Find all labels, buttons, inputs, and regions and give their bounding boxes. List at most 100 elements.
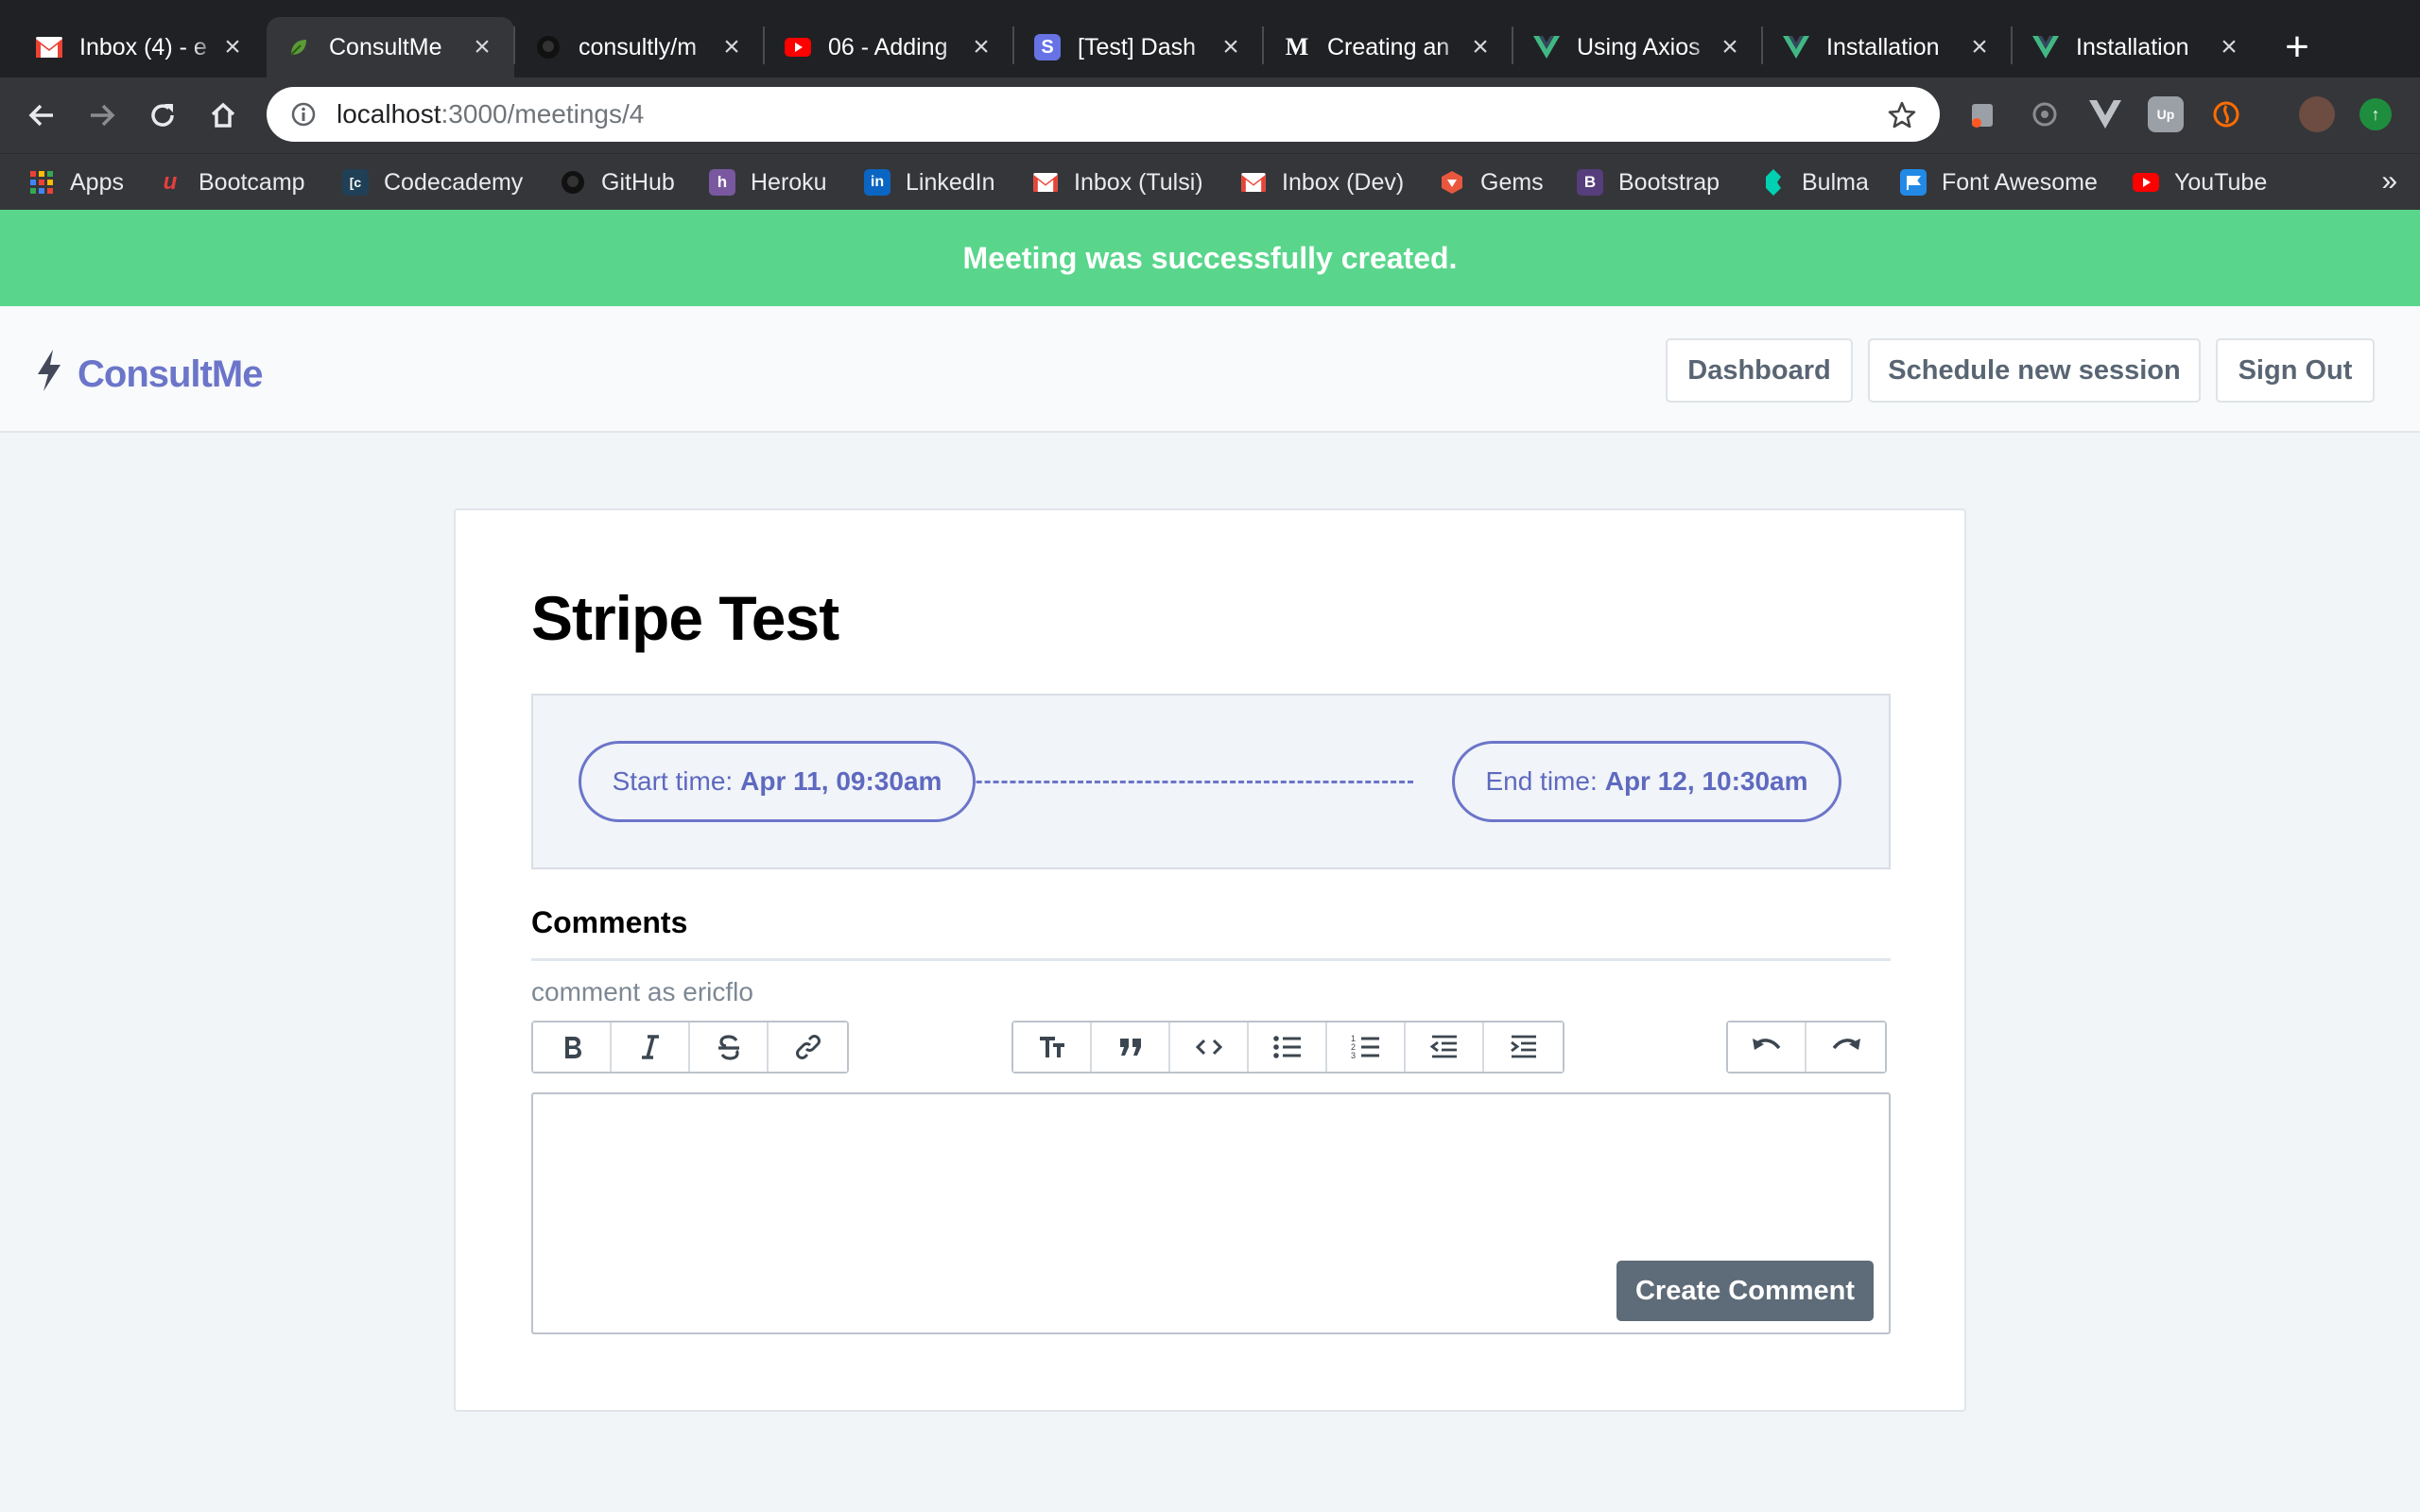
ruby-icon <box>1439 169 1465 196</box>
bold-icon[interactable] <box>533 1022 612 1072</box>
url-text: localhost:3000/meetings/4 <box>337 99 644 129</box>
tab-divider <box>1012 26 1014 64</box>
home-icon[interactable] <box>202 94 244 136</box>
close-icon[interactable]: × <box>968 31 994 63</box>
tab-medium[interactable]: M Creating an × <box>1265 17 1512 77</box>
update-arrow-icon[interactable]: ↑ <box>2360 98 2392 130</box>
bookmark-font-awesome[interactable]: Font Awesome <box>1900 163 2098 201</box>
dashboard-button[interactable]: Dashboard <box>1666 338 1853 403</box>
bookmark-bootcamp[interactable]: u Bootcamp <box>157 163 305 201</box>
create-comment-button[interactable]: Create Comment <box>1616 1261 1874 1321</box>
tab-divider <box>513 26 515 64</box>
tab-divider <box>1262 26 1264 64</box>
bookmark-inbox-tulsi[interactable]: Inbox (Tulsi) <box>1032 163 1203 201</box>
tab-installation-1[interactable]: Installation × <box>1764 17 2012 77</box>
divider <box>531 958 1891 961</box>
tab-divider <box>2011 26 2013 64</box>
italic-icon[interactable] <box>612 1022 690 1072</box>
bookmark-youtube[interactable]: YouTube <box>2133 163 2267 201</box>
bookmarks-overflow-chevron-icon[interactable]: » <box>2381 165 2397 198</box>
bookmark-bulma[interactable]: Bulma <box>1760 163 1869 201</box>
numbered-list-icon[interactable]: 123 <box>1327 1022 1406 1072</box>
tab-github[interactable]: consultly/m × <box>516 17 764 77</box>
tab-axios[interactable]: Using Axios × <box>1514 17 1762 77</box>
vue-devtools-icon[interactable] <box>2087 96 2123 132</box>
bookmark-star-icon[interactable] <box>1887 100 1917 130</box>
flash-notice: Meeting was successfully created. <box>0 210 2420 306</box>
close-icon[interactable]: × <box>1218 31 1244 63</box>
browser-toolbar: localhost:3000/meetings/4 Up ↑ <box>0 77 2420 153</box>
apps-grid-icon <box>28 169 55 196</box>
codecademy-icon: [c <box>342 169 369 196</box>
strikethrough-icon[interactable] <box>690 1022 769 1072</box>
meeting-card: Stripe Test Start time: Apr 11, 09:30am … <box>454 508 1966 1412</box>
heading-icon[interactable] <box>1013 1022 1092 1072</box>
close-icon[interactable]: × <box>469 31 495 63</box>
end-time-label: End time: <box>1485 766 1598 796</box>
sign-out-button[interactable]: Sign Out <box>2216 338 2375 403</box>
bookmark-inbox-dev[interactable]: Inbox (Dev) <box>1240 163 1404 201</box>
tab-inbox[interactable]: Inbox (4) - e × <box>17 17 265 77</box>
start-time-label: Start time: <box>612 766 734 796</box>
bootstrap-icon: B <box>1577 169 1603 196</box>
upwork-icon[interactable]: Up <box>2148 96 2184 132</box>
close-icon[interactable]: × <box>718 31 745 63</box>
bookmark-linkedin[interactable]: in LinkedIn <box>864 163 995 201</box>
info-icon[interactable] <box>289 100 318 129</box>
close-icon[interactable]: × <box>1467 31 1494 63</box>
link-icon[interactable] <box>769 1022 847 1072</box>
tab-title: Using Axios <box>1577 33 1701 60</box>
bulma-icon <box>1760 169 1787 196</box>
redo-icon[interactable] <box>1806 1022 1885 1072</box>
schedule-new-session-button[interactable]: Schedule new session <box>1868 338 2201 403</box>
indent-icon[interactable] <box>1484 1022 1563 1072</box>
quote-icon[interactable] <box>1092 1022 1170 1072</box>
bookmark-heroku[interactable]: h Heroku <box>709 163 827 201</box>
bookmark-gems[interactable]: Gems <box>1439 163 1544 201</box>
github-icon <box>535 34 562 60</box>
reload-icon[interactable] <box>142 94 183 136</box>
gmail-icon <box>1032 169 1059 196</box>
tab-youtube[interactable]: 06 - Adding × <box>766 17 1013 77</box>
tab-installation-2[interactable]: Installation × <box>2014 17 2261 77</box>
bookmark-apps[interactable]: Apps <box>28 163 124 201</box>
bookmark-codecademy[interactable]: [c Codecademy <box>342 163 523 201</box>
tab-stripe[interactable]: S [Test] Dash × <box>1015 17 1263 77</box>
tab-consultme[interactable]: ConsultMe × <box>267 17 514 77</box>
flag-icon <box>1900 169 1927 196</box>
back-arrow-icon[interactable] <box>21 94 62 136</box>
tab-title: Creating an <box>1327 33 1450 60</box>
bookmark-label: Heroku <box>751 168 827 196</box>
timeline-connector <box>925 781 1413 783</box>
bookmark-bootstrap[interactable]: B Bootstrap <box>1577 163 1720 201</box>
leaf-icon <box>285 34 312 60</box>
page-title: Stripe Test <box>531 583 839 653</box>
close-icon[interactable]: × <box>1966 31 1993 63</box>
svg-text:3: 3 <box>1351 1051 1356 1060</box>
forward-arrow-icon[interactable] <box>81 94 123 136</box>
sync-extension-icon[interactable] <box>2027 96 2063 132</box>
bootcamp-icon: u <box>163 169 178 195</box>
tab-title: [Test] Dash <box>1078 33 1197 60</box>
close-icon[interactable]: × <box>219 31 246 63</box>
bookmark-label: Gems <box>1480 168 1544 196</box>
gmail-icon <box>1240 169 1267 196</box>
address-bar[interactable]: localhost:3000/meetings/4 <box>267 87 1940 142</box>
bullet-list-icon[interactable] <box>1249 1022 1327 1072</box>
bookmark-label: YouTube <box>2174 168 2268 196</box>
close-icon[interactable]: × <box>2216 31 2242 63</box>
close-icon[interactable]: × <box>1717 31 1743 63</box>
linkedin-icon: in <box>864 169 890 196</box>
app-navbar: ConsultMe Dashboard Schedule new session… <box>0 306 2420 433</box>
brand-logo-link[interactable]: ConsultMe <box>36 344 263 396</box>
ember-extension-icon[interactable] <box>2208 96 2244 132</box>
avatar[interactable] <box>2299 96 2335 132</box>
code-icon[interactable] <box>1170 1022 1249 1072</box>
new-tab-plus-icon[interactable]: + <box>2273 26 2322 72</box>
outdent-icon[interactable] <box>1406 1022 1484 1072</box>
bookmark-github[interactable]: GitHub <box>560 163 675 201</box>
gmail-icon <box>36 34 62 60</box>
undo-icon[interactable] <box>1728 1022 1806 1072</box>
extension-icon[interactable] <box>1966 96 2002 132</box>
block-tools-group: 123 <box>1011 1021 1564 1074</box>
